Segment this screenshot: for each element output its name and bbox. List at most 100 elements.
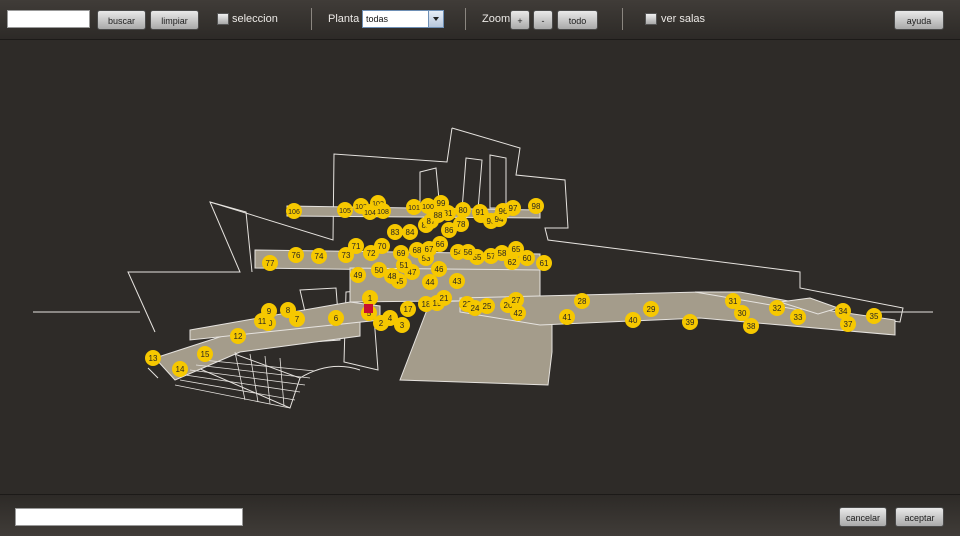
map-marker-label: 34 bbox=[839, 307, 848, 316]
map-marker-label: 15 bbox=[201, 350, 210, 359]
map-marker-label: 41 bbox=[563, 313, 572, 322]
floor-label: Planta bbox=[328, 13, 360, 25]
map-marker-label: 68 bbox=[413, 246, 422, 255]
map-marker-105[interactable]: 105 bbox=[337, 202, 353, 218]
zoom-all-button[interactable]: todo bbox=[557, 10, 598, 30]
map-marker-13[interactable]: 13 bbox=[145, 350, 161, 366]
map-marker-label: 99 bbox=[437, 199, 446, 208]
map-marker-25[interactable]: 25 bbox=[479, 298, 495, 314]
accept-button[interactable]: aceptar bbox=[895, 507, 944, 527]
map-marker-98[interactable]: 98 bbox=[528, 198, 544, 214]
map-marker-69[interactable]: 69 bbox=[393, 245, 409, 261]
map-marker-39[interactable]: 39 bbox=[682, 314, 698, 330]
map-marker-label: 71 bbox=[352, 242, 361, 251]
map-marker-65[interactable]: 65 bbox=[508, 241, 524, 257]
map-marker-label: 84 bbox=[406, 228, 415, 237]
map-canvas[interactable]: 1234567891011121314151718192123242526272… bbox=[0, 40, 960, 494]
map-marker-label: 106 bbox=[288, 209, 300, 216]
zoom-out-button[interactable]: - bbox=[533, 10, 553, 30]
map-marker-label: 58 bbox=[498, 249, 507, 258]
map-marker-8[interactable]: 8 bbox=[280, 302, 296, 318]
map-marker-1[interactable]: 1 bbox=[362, 290, 378, 306]
map-marker-37[interactable]: 37 bbox=[840, 316, 856, 332]
map-marker-106[interactable]: 106 bbox=[286, 203, 302, 219]
map-marker-label: 3 bbox=[400, 321, 405, 330]
map-marker-77[interactable]: 77 bbox=[262, 255, 278, 271]
map-marker-15[interactable]: 15 bbox=[197, 346, 213, 362]
map-marker-41[interactable]: 41 bbox=[559, 309, 575, 325]
map-marker-label: 17 bbox=[404, 305, 413, 314]
map-marker-46[interactable]: 46 bbox=[431, 261, 447, 277]
map-marker-61[interactable]: 61 bbox=[536, 255, 552, 271]
map-marker-50[interactable]: 50 bbox=[371, 262, 387, 278]
map-marker-49[interactable]: 49 bbox=[350, 267, 366, 283]
map-marker-42[interactable]: 42 bbox=[510, 305, 526, 321]
map-marker-14[interactable]: 14 bbox=[172, 361, 188, 377]
map-marker-label: 8 bbox=[286, 306, 291, 315]
search-input[interactable] bbox=[7, 10, 90, 28]
map-marker-label: 30 bbox=[738, 309, 747, 318]
clear-button[interactable]: limpiar bbox=[150, 10, 199, 30]
map-marker-76[interactable]: 76 bbox=[288, 247, 304, 263]
chevron-down-icon[interactable] bbox=[428, 11, 443, 27]
map-marker-label: 14 bbox=[176, 365, 185, 374]
floor-select[interactable]: todas bbox=[362, 10, 444, 28]
map-marker-44[interactable]: 44 bbox=[422, 274, 438, 290]
map-marker-33[interactable]: 33 bbox=[790, 309, 806, 325]
selection-label: seleccion bbox=[232, 13, 278, 25]
help-button[interactable]: ayuda bbox=[894, 10, 944, 30]
map-marker-label: 62 bbox=[508, 258, 517, 267]
map-marker-label: 97 bbox=[509, 204, 518, 213]
map-marker-29[interactable]: 29 bbox=[643, 301, 659, 317]
cancel-button[interactable]: cancelar bbox=[839, 507, 887, 527]
map-marker-86[interactable]: 86 bbox=[441, 222, 457, 238]
map-marker-74[interactable]: 74 bbox=[311, 248, 327, 264]
selected-location-marker[interactable] bbox=[364, 304, 373, 313]
zoom-in-button[interactable]: + bbox=[510, 10, 530, 30]
map-marker-101[interactable]: 101 bbox=[406, 199, 422, 215]
map-marker-label: 86 bbox=[445, 226, 454, 235]
map-marker-108[interactable]: 108 bbox=[375, 203, 391, 219]
map-marker-73[interactable]: 73 bbox=[338, 247, 354, 263]
map-marker-label: 60 bbox=[523, 254, 532, 263]
selection-name-field[interactable] bbox=[15, 508, 243, 526]
map-marker-28[interactable]: 28 bbox=[574, 293, 590, 309]
map-marker-32[interactable]: 32 bbox=[769, 300, 785, 316]
map-marker-35[interactable]: 35 bbox=[866, 308, 882, 324]
map-marker-label: 83 bbox=[391, 228, 400, 237]
map-marker-4[interactable]: 4 bbox=[382, 310, 398, 326]
show-rooms-checkbox[interactable] bbox=[645, 13, 657, 25]
toolbar-divider bbox=[465, 8, 466, 30]
footer-bar: cancelar aceptar bbox=[0, 494, 960, 536]
map-marker-label: 35 bbox=[870, 312, 879, 321]
map-marker-40[interactable]: 40 bbox=[625, 312, 641, 328]
map-marker-84[interactable]: 84 bbox=[402, 224, 418, 240]
museum-floor-map[interactable]: 1234567891011121314151718192123242526272… bbox=[0, 40, 960, 494]
map-marker-21[interactable]: 21 bbox=[436, 290, 452, 306]
map-marker-17[interactable]: 17 bbox=[400, 301, 416, 317]
map-marker-label: 40 bbox=[629, 316, 638, 325]
map-marker-label: 9 bbox=[267, 307, 272, 316]
map-marker-68[interactable]: 68 bbox=[409, 242, 425, 258]
map-marker-97[interactable]: 97 bbox=[505, 200, 521, 216]
map-marker-label: 98 bbox=[532, 202, 541, 211]
map-marker-label: 24 bbox=[471, 304, 480, 313]
map-marker-12[interactable]: 12 bbox=[230, 328, 246, 344]
map-marker-label: 12 bbox=[234, 332, 243, 341]
floor-select-value: todas bbox=[366, 14, 389, 24]
map-marker-label: 27 bbox=[512, 296, 521, 305]
floor-plates bbox=[154, 205, 896, 386]
map-marker-80[interactable]: 80 bbox=[455, 202, 471, 218]
selection-checkbox[interactable] bbox=[217, 13, 229, 25]
map-marker-72[interactable]: 72 bbox=[363, 245, 379, 261]
map-marker-11[interactable]: 11 bbox=[254, 313, 270, 329]
map-marker-56[interactable]: 56 bbox=[460, 244, 476, 260]
search-button[interactable]: buscar bbox=[97, 10, 146, 30]
map-marker-38[interactable]: 38 bbox=[743, 318, 759, 334]
map-marker-label: 28 bbox=[578, 297, 587, 306]
map-marker-6[interactable]: 6 bbox=[328, 310, 344, 326]
map-marker-43[interactable]: 43 bbox=[449, 273, 465, 289]
map-marker-31[interactable]: 31 bbox=[725, 293, 741, 309]
map-marker-83[interactable]: 83 bbox=[387, 224, 403, 240]
map-marker-100[interactable]: 100 bbox=[420, 198, 436, 214]
